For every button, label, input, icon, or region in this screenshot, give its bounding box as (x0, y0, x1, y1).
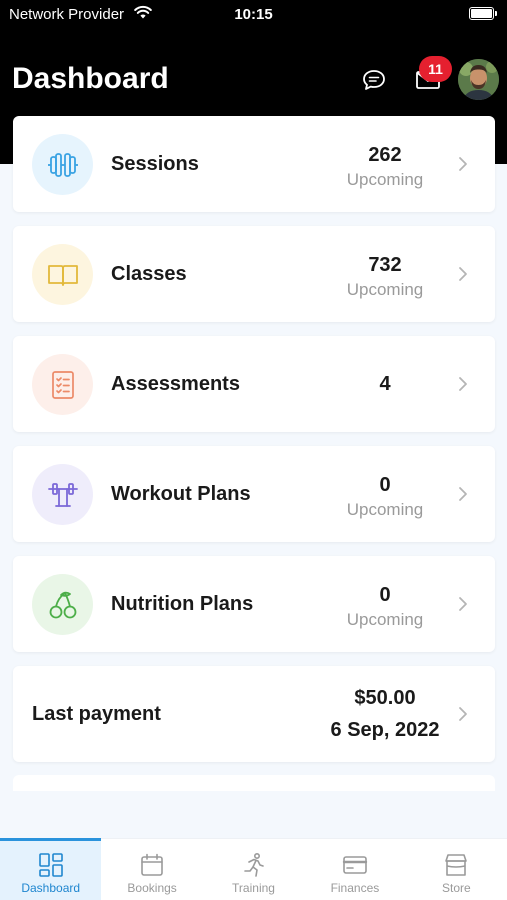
chevron-right-icon (459, 377, 467, 391)
tab-finances[interactable]: Finances (304, 839, 405, 900)
card-label: Nutrition Plans (111, 592, 254, 615)
dashboard-icon (38, 853, 63, 877)
card-label: Assessments (111, 372, 240, 395)
book-icon (47, 264, 78, 286)
credit-card-icon (342, 856, 368, 874)
tab-label: Finances (330, 881, 380, 895)
card-icon-circle (32, 574, 93, 635)
assessments-card[interactable]: Assessments 4 (13, 336, 495, 432)
card-subtitle: Upcoming (346, 170, 424, 189)
tab-bookings[interactable]: Bookings (101, 839, 202, 900)
last-payment-card[interactable]: Last payment $50.00 6 Sep, 2022 (13, 666, 495, 762)
card-icon-circle (32, 354, 93, 415)
dumbbell-icon (47, 152, 78, 177)
status-bar: Network Provider 10:15 (0, 0, 507, 28)
card-icon-circle (32, 464, 93, 525)
page-title: Dashboard (12, 62, 169, 95)
card-value: 262 (368, 144, 402, 166)
running-icon (243, 852, 264, 877)
tab-bar: Dashboard Bookings Training Finances Sto… (0, 838, 507, 900)
avatar-photo (458, 59, 499, 100)
card-value: 0 (379, 584, 391, 606)
chevron-right-icon (459, 487, 467, 501)
tab-store[interactable]: Store (406, 839, 507, 900)
tab-label: Training (232, 881, 275, 895)
chat-bubble-icon[interactable] (361, 68, 387, 92)
card-value: 0 (379, 474, 391, 496)
payment-amount: $50.00 (354, 687, 416, 709)
card-value: 4 (379, 373, 391, 395)
card-subtitle: Upcoming (346, 610, 424, 629)
cherries-icon (49, 591, 76, 618)
nutrition-plans-card[interactable]: Nutrition Plans 0 Upcoming (13, 556, 495, 652)
card-value: 732 (368, 254, 402, 276)
tab-label: Store (441, 881, 471, 895)
card-icon-circle (32, 134, 93, 195)
notification-badge[interactable]: 11 (419, 56, 452, 82)
tab-training[interactable]: Training (203, 839, 304, 900)
card-icon-circle (32, 244, 93, 305)
chevron-right-icon (459, 597, 467, 611)
tab-label: Bookings (127, 881, 177, 895)
payment-label: Last payment (32, 702, 161, 725)
card-label: Workout Plans (111, 482, 251, 505)
tab-label: Dashboard (21, 881, 81, 895)
card-subtitle: Upcoming (346, 280, 424, 299)
classes-card[interactable]: Classes 732 Upcoming (13, 226, 495, 322)
workout-plans-card[interactable]: Workout Plans 0 Upcoming (13, 446, 495, 542)
barbell-icon (47, 482, 78, 507)
clock: 10:15 (234, 6, 273, 23)
chevron-right-icon (459, 707, 467, 721)
checklist-icon (51, 370, 74, 399)
card-label: Sessions (111, 152, 199, 175)
chevron-right-icon (459, 267, 467, 281)
tab-dashboard[interactable]: Dashboard (0, 838, 102, 900)
chevron-right-icon (459, 157, 467, 171)
next-card-partial (13, 775, 495, 791)
battery-icon (469, 7, 497, 20)
store-icon (445, 854, 468, 876)
avatar[interactable] (458, 59, 499, 100)
sessions-card[interactable]: Sessions 262 Upcoming (13, 116, 495, 212)
calendar-icon (141, 853, 163, 876)
payment-date: 6 Sep, 2022 (330, 719, 440, 741)
card-subtitle: Upcoming (346, 500, 424, 519)
card-label: Classes (111, 262, 187, 285)
